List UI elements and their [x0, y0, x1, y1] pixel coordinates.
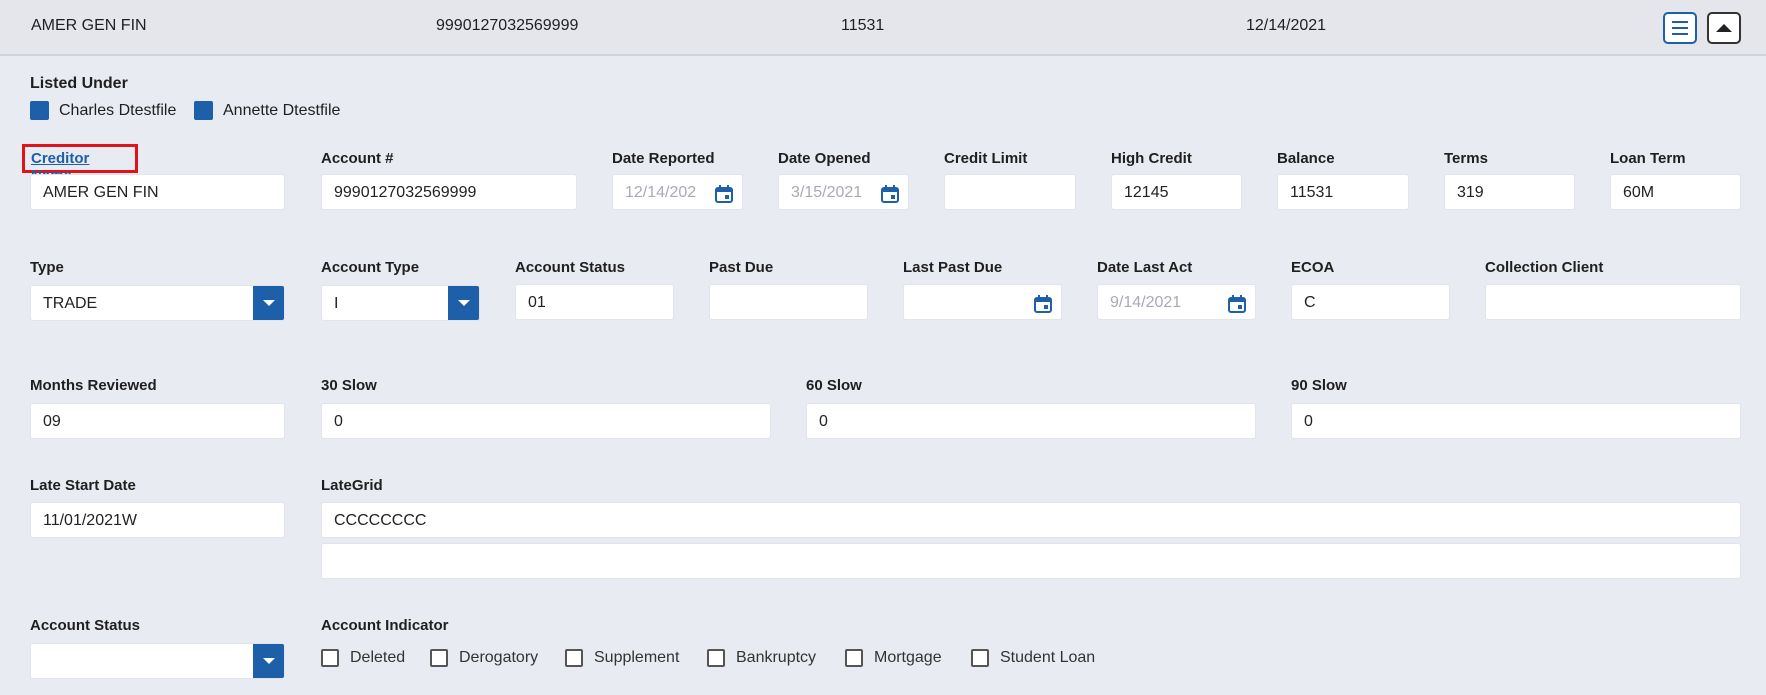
listed-under-name: Charles Dtestfile — [59, 101, 177, 119]
checkbox-box[interactable] — [565, 649, 583, 667]
terms-label: Terms — [1444, 150, 1488, 167]
checkbox-supplement[interactable]: Supplement — [565, 649, 679, 667]
account-status-select[interactable] — [30, 643, 285, 679]
past-due-field[interactable] — [709, 284, 868, 320]
checkbox-box[interactable] — [971, 649, 989, 667]
chevron-down-icon — [263, 300, 275, 306]
account-status-code-label: Account Status — [515, 259, 626, 276]
creditor-name-link[interactable]: Creditor Name — [22, 144, 138, 184]
date-reported-value: 12/14/202 — [625, 184, 697, 201]
checkbox-mortgage[interactable]: Mortgage — [845, 649, 942, 667]
ecoa-field[interactable]: C — [1291, 284, 1450, 320]
caret-up-icon — [1716, 24, 1732, 32]
collapse-button[interactable] — [1707, 12, 1741, 44]
calendar-icon[interactable] — [1227, 294, 1247, 314]
account-number-label: Account # — [321, 150, 394, 167]
menu-button[interactable] — [1663, 12, 1697, 44]
balance-label: Balance — [1277, 150, 1335, 167]
last-past-due-label: Last Past Due — [903, 259, 1003, 276]
checkbox-box[interactable] — [707, 649, 725, 667]
date-opened-value: 3/15/2021 — [791, 184, 863, 201]
slow-30-field[interactable]: 0 — [321, 403, 771, 439]
checkbox-label: Mortgage — [874, 649, 942, 666]
checkbox-bankruptcy[interactable]: Bankruptcy — [707, 649, 816, 667]
slow-30-label: 30 Slow — [321, 377, 377, 394]
date-reported-label: Date Reported — [612, 150, 715, 167]
hamburger-icon — [1672, 21, 1688, 35]
dropdown-button[interactable] — [448, 286, 479, 320]
credit-limit-field[interactable] — [944, 174, 1076, 210]
account-number-field[interactable]: 9990127032569999 — [321, 174, 577, 210]
ecoa-label: ECOA — [1291, 259, 1335, 276]
high-credit-label: High Credit — [1111, 150, 1192, 167]
date-last-act-label: Date Last Act — [1097, 259, 1193, 276]
past-due-label: Past Due — [709, 259, 774, 276]
calendar-icon[interactable] — [714, 184, 734, 204]
checkbox-label: Student Loan — [1000, 649, 1096, 666]
chevron-down-icon — [263, 658, 275, 664]
loan-term-label: Loan Term — [1610, 150, 1686, 167]
slow-90-field[interactable]: 0 — [1291, 403, 1741, 439]
terms-field[interactable]: 319 — [1444, 174, 1575, 210]
account-type-value: I — [334, 295, 339, 312]
slow-60-label: 60 Slow — [806, 377, 862, 394]
calendar-icon[interactable] — [1033, 294, 1053, 314]
date-last-act-value: 9/14/2021 — [1110, 294, 1182, 311]
creditor-name-field[interactable]: AMER GEN FIN — [30, 174, 285, 210]
dropdown-button[interactable] — [253, 644, 284, 678]
header-creditor: AMER GEN FIN — [31, 17, 147, 34]
color-swatch — [194, 101, 213, 120]
chevron-down-icon — [458, 300, 470, 306]
checkbox-label: Deleted — [350, 649, 406, 666]
slow-90-label: 90 Slow — [1291, 377, 1347, 394]
credit-limit-label: Credit Limit — [944, 150, 1028, 167]
color-swatch — [30, 101, 49, 120]
date-last-act-field[interactable]: 9/14/2021 — [1097, 284, 1256, 320]
late-start-date-label: Late Start Date — [30, 477, 136, 494]
listed-under-name: Annette Dtestfile — [223, 101, 341, 119]
last-past-due-field[interactable] — [903, 284, 1062, 320]
account-type-select[interactable]: I — [321, 285, 480, 321]
late-start-date-field[interactable]: 11/01/2021W — [30, 502, 285, 538]
loan-term-field[interactable]: 60M — [1610, 174, 1741, 210]
checkbox-student-loan[interactable]: Student Loan — [971, 649, 1095, 667]
slow-60-field[interactable]: 0 — [806, 403, 1256, 439]
dropdown-button[interactable] — [253, 286, 284, 320]
checkbox-label: Derogatory — [459, 649, 539, 666]
collection-client-field[interactable] — [1485, 284, 1741, 320]
calendar-icon[interactable] — [880, 184, 900, 204]
lategrid-label: LateGrid — [321, 477, 383, 494]
collection-client-label: Collection Client — [1485, 259, 1604, 276]
high-credit-field[interactable]: 12145 — [1111, 174, 1242, 210]
balance-field[interactable]: 11531 — [1277, 174, 1409, 210]
header-date: 12/14/2021 — [1246, 17, 1327, 34]
date-opened-label: Date Opened — [778, 150, 871, 167]
header-account-number: 9990127032569999 — [436, 17, 579, 34]
checkbox-box[interactable] — [321, 649, 339, 667]
checkbox-box[interactable] — [430, 649, 448, 667]
checkbox-label: Supplement — [594, 649, 680, 666]
account-header-bar: AMER GEN FIN 9990127032569999 11531 12/1… — [0, 0, 1766, 56]
listed-under-chip-2[interactable]: Annette Dtestfile — [194, 101, 340, 120]
lategrid-field-1[interactable]: CCCCCCCC — [321, 502, 1741, 538]
checkbox-label: Bankruptcy — [736, 649, 817, 666]
type-label: Type — [30, 259, 64, 276]
listed-under-chip-1[interactable]: Charles Dtestfile — [30, 101, 176, 120]
checkbox-deleted[interactable]: Deleted — [321, 649, 405, 667]
date-opened-field[interactable]: 3/15/2021 — [778, 174, 909, 210]
header-balance: 11531 — [841, 17, 885, 34]
months-reviewed-label: Months Reviewed — [30, 377, 157, 394]
months-reviewed-field[interactable]: 09 — [30, 403, 285, 439]
type-select[interactable]: TRADE — [30, 285, 285, 321]
lategrid-field-2[interactable] — [321, 543, 1741, 579]
checkbox-box[interactable] — [845, 649, 863, 667]
checkbox-derogatory[interactable]: Derogatory — [430, 649, 538, 667]
listed-under-label: Listed Under — [30, 75, 128, 92]
account-indicator-label: Account Indicator — [321, 617, 449, 634]
type-value: TRADE — [43, 295, 98, 312]
account-type-label: Account Type — [321, 259, 420, 276]
account-status-label: Account Status — [30, 617, 141, 634]
date-reported-field[interactable]: 12/14/202 — [612, 174, 743, 210]
account-status-code-field[interactable]: 01 — [515, 284, 674, 320]
